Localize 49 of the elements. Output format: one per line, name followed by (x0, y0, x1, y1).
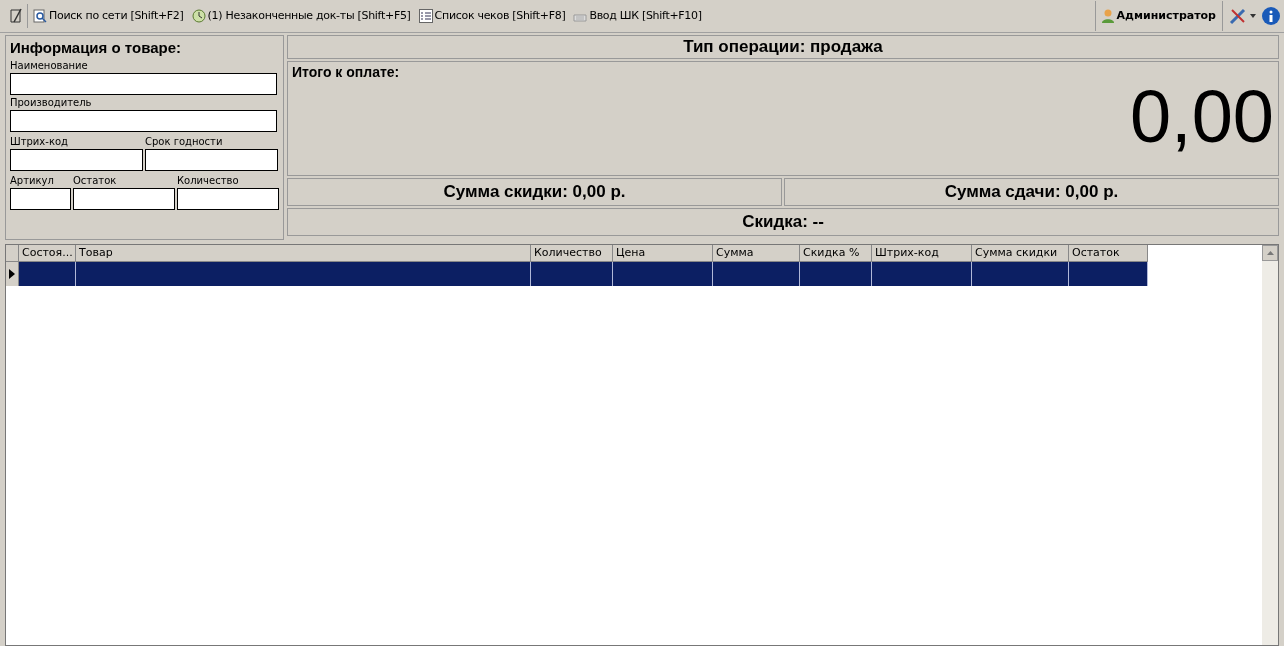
discount-sum: Сумма скидки: 0,00 р. (287, 178, 782, 206)
column-header[interactable]: Цена (613, 245, 713, 262)
toolbar-button[interactable]: (1) Незаконченные док-ты [Shift+F5] (188, 4, 414, 28)
field-label: Наименование (10, 59, 89, 73)
input-field[interactable] (177, 188, 279, 210)
list-icon (418, 9, 433, 23)
panel-title: Информация о товаре: (10, 38, 182, 58)
scrollbar[interactable] (1262, 245, 1278, 645)
input-field[interactable] (10, 110, 277, 132)
column-header[interactable]: Остаток (1069, 245, 1148, 262)
search-icon (33, 9, 47, 23)
up-arrow-icon (1266, 251, 1274, 255)
column-header[interactable]: Товар (76, 245, 531, 262)
toolbar-button[interactable]: Список чеков [Shift+F8] (415, 4, 569, 28)
tools-icon (1229, 7, 1247, 25)
input-field[interactable] (10, 73, 277, 95)
caret-icon (1250, 14, 1256, 18)
column-header[interactable]: Скидка % (800, 245, 872, 262)
row-pointer-icon (9, 269, 15, 279)
toolbar-button[interactable]: Поиск по сети [Shift+F2] (30, 4, 187, 28)
change-sum: Сумма сдачи: 0,00 р. (784, 178, 1279, 206)
input-field[interactable] (145, 149, 278, 171)
column-header[interactable]: Штрих-код (872, 245, 972, 262)
header-corner (6, 245, 19, 262)
info-button[interactable] (1262, 7, 1280, 25)
discount: Скидка: -- (287, 208, 1279, 236)
clock-icon (191, 9, 206, 23)
field-label: Срок годности (145, 135, 224, 149)
input-field[interactable] (73, 188, 175, 210)
user-button[interactable]: Администратор (1094, 1, 1223, 31)
input-field[interactable] (10, 149, 143, 171)
column-header[interactable]: Состоя... (19, 245, 76, 262)
toolbar-button[interactable]: Ввод ШК [Shift+F10] (570, 4, 705, 28)
pencil-icon (8, 8, 23, 24)
total-label: Итого к оплате: (292, 63, 400, 82)
field-label: Штрих-код (10, 135, 69, 149)
operation-type: Тип операции: продажа (287, 35, 1279, 59)
column-header[interactable]: Сумма (713, 245, 800, 262)
column-header[interactable]: Количество (531, 245, 613, 262)
column-header[interactable]: Сумма скидки (972, 245, 1069, 262)
user-icon (1101, 9, 1114, 23)
info-icon (1268, 10, 1274, 22)
input-field[interactable] (10, 188, 71, 210)
total-amount: 0,00 (1129, 80, 1274, 154)
field-label: Количество (177, 174, 240, 188)
field-label: Остаток (73, 174, 118, 188)
field-label: Артикул (10, 174, 55, 188)
field-label: Производитель (10, 96, 93, 110)
scroll-up-button[interactable] (1262, 245, 1278, 261)
